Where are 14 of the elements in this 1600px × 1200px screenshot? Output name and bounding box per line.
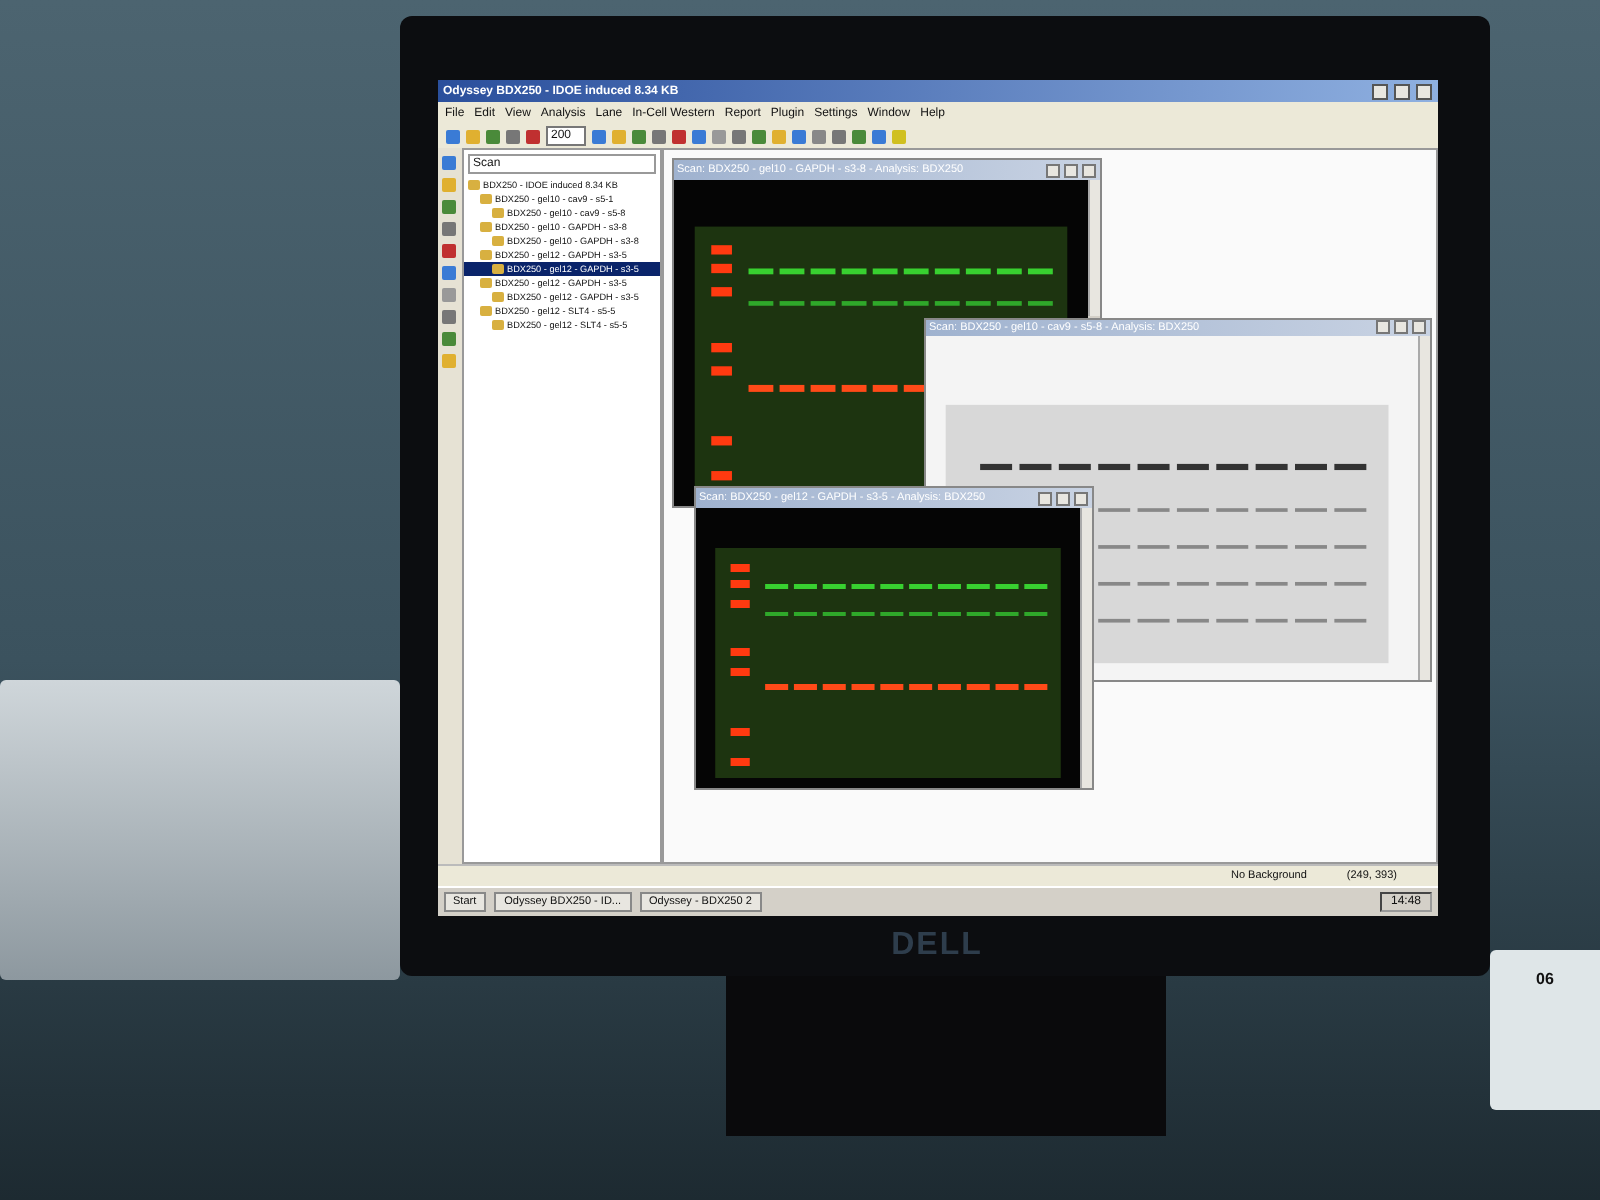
minimize-icon[interactable] (1045, 163, 1059, 177)
close-icon[interactable] (1073, 491, 1087, 505)
minimize-icon[interactable] (1371, 83, 1387, 99)
minimize-icon[interactable] (1037, 491, 1051, 505)
maximize-icon[interactable] (1055, 491, 1069, 505)
close-icon[interactable] (1411, 320, 1425, 335)
maximize-icon[interactable] (1063, 163, 1077, 177)
close-icon[interactable] (1415, 83, 1431, 99)
maximize-icon[interactable] (1393, 83, 1409, 99)
close-icon[interactable] (1081, 163, 1095, 177)
maximize-icon[interactable] (1393, 320, 1407, 335)
device-label: 06 (1536, 970, 1554, 988)
brand-logo: DELL (891, 928, 983, 964)
minimize-icon[interactable] (1375, 320, 1389, 335)
